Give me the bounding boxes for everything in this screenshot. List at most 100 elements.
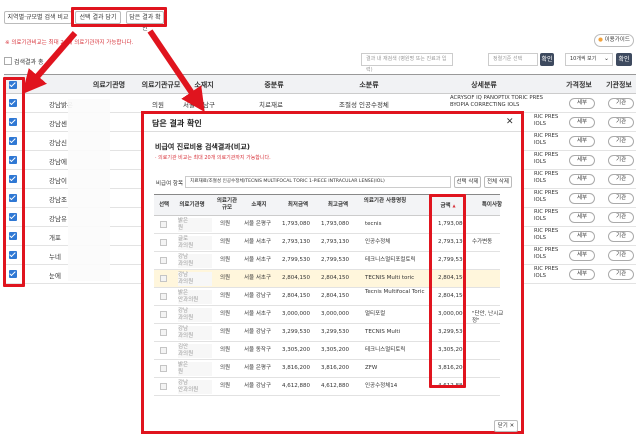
modal-row-name-part1: 김안 (178, 344, 189, 350)
modal-row-min: 3,305,200 (282, 347, 310, 353)
modal-row-name-part1: 밝은 (178, 362, 189, 368)
modal-row-note: 수가변동 (472, 239, 493, 245)
modal-row-name[interactable]: 김안 과의원 (178, 344, 212, 358)
highlight-price-column (429, 194, 466, 388)
modal-row-name-part1: 강남 (178, 254, 189, 260)
modal-row-max: 4,612,880 (321, 383, 349, 389)
modal-row-scale: 의원 (220, 221, 231, 227)
modal-row-checkbox[interactable] (160, 347, 167, 354)
mth-usename: 의료기관 사용명칭 (363, 198, 407, 204)
modal-row-checkbox[interactable] (160, 239, 167, 246)
modal-row-checkbox[interactable] (160, 257, 167, 264)
modal-row-location: 서울 은평구 (244, 365, 272, 371)
delete-selected-button[interactable]: 선택 삭제 (454, 176, 481, 188)
modal-row-max: 3,299,530 (321, 329, 349, 335)
modal-row-name-part2: 과의원 (178, 243, 194, 249)
modal-row-location: 서울 서초구 (244, 311, 272, 317)
mth-location: 소재지 (251, 202, 267, 208)
modal-row-scale: 의원 (220, 383, 231, 389)
modal-header: 담은 결과 확인 ✕ (144, 114, 521, 132)
modal-row-name-part1: 강남 (178, 380, 189, 386)
modal-row-max: 2,799,530 (321, 257, 349, 263)
modal-row-usename: 멀티포컬 (365, 311, 386, 317)
modal-row-location: 서울 강남구 (244, 293, 272, 299)
modal-row-usename: TECNIS Multi (365, 329, 401, 335)
modal-row-name-part2: 원 (178, 225, 184, 231)
modal-row-checkbox[interactable] (160, 311, 167, 318)
modal-row-name-part2: 과의원 (178, 261, 194, 267)
modal-row-name-part2: 안과의원 (178, 297, 199, 303)
modal-note: · 의료기관 비교는 최대 20개 의료기관까지 가능합니다. (155, 155, 271, 161)
modal-row-name[interactable]: 밝은 원 (178, 218, 212, 232)
modal-row-checkbox[interactable] (160, 275, 167, 282)
modal-row-note: "단안, 난시교정" (472, 311, 504, 324)
item-select[interactable]: 치료재료/조절성 인공수정체/TECNIS MULTIFOCAL TORIC 1… (185, 176, 451, 188)
close-icon[interactable]: ✕ (506, 117, 514, 127)
modal-row-usename: 인공수정체14 (365, 383, 398, 389)
mth-note: 특이사항 (481, 202, 503, 208)
modal-row-location: 서울 강남구 (244, 383, 272, 389)
modal-row-name-part1: 강남 (178, 272, 189, 278)
modal-row-usename: 테크니스멀티토릭 (365, 347, 406, 353)
modal-subtitle: 비급여 진료비용 검색결과(비교) (155, 143, 250, 151)
modal-row-name-part2: 안과의원 (178, 387, 199, 393)
modal-row-checkbox[interactable] (160, 329, 167, 336)
modal-row-min: 2,793,130 (282, 239, 310, 245)
mth-name: 의료기관명 (179, 202, 205, 208)
modal-close-button[interactable]: 닫기 ✕ (494, 420, 518, 432)
mth-select: 선택 (158, 202, 170, 208)
modal-row-checkbox[interactable] (160, 365, 167, 372)
basket-modal: 담은 결과 확인 ✕ 비급여 진료비용 검색결과(비교) · 의료기관 비교는 … (141, 111, 524, 434)
modal-row-name-part2: 원 (178, 369, 184, 375)
mth-min: 최저금액 (287, 202, 309, 208)
modal-row-location: 서울 서초구 (244, 275, 272, 281)
modal-row-name[interactable]: 밝은 안과의원 (178, 290, 212, 304)
modal-row-name-part1: 글로 (178, 236, 189, 242)
modal-row-checkbox[interactable] (160, 221, 167, 228)
modal-row-location: 서울 은평구 (244, 221, 272, 227)
modal-row-scale: 의원 (220, 257, 231, 263)
modal-row-location: 서울 서초구 (244, 257, 272, 263)
modal-row-min: 2,804,150 (282, 275, 310, 281)
modal-row-scale: 의원 (220, 365, 231, 371)
modal-row-scale: 의원 (220, 311, 231, 317)
modal-row-usename: TECNIS Multi toric (365, 275, 415, 281)
mth-scale: 의료기관 규모 (216, 198, 238, 211)
close-small-icon: ✕ (509, 423, 515, 429)
modal-row-name[interactable]: 강남 안과의원 (178, 380, 212, 394)
modal-row-name-part1: 밝은 (178, 218, 189, 224)
delete-all-button[interactable]: 전체 삭제 (484, 176, 512, 188)
modal-row-name-part2: 과의원 (178, 333, 194, 339)
modal-row-checkbox[interactable] (160, 383, 167, 390)
modal-row-name[interactable]: 글로 과의원 (178, 236, 212, 250)
modal-row-max: 3,816,200 (321, 365, 349, 371)
modal-row-checkbox[interactable] (160, 293, 167, 300)
modal-row-name-part1: 밝은 (178, 290, 189, 296)
modal-row-max: 1,793,080 (321, 221, 349, 227)
modal-row-min: 3,816,200 (282, 365, 310, 371)
modal-row-min: 4,612,880 (282, 383, 310, 389)
modal-row-usename: ZFW (365, 365, 378, 371)
modal-row-min: 1,793,080 (282, 221, 310, 227)
modal-row-scale: 의원 (220, 239, 231, 245)
modal-row-name-part2: 과의원 (178, 351, 194, 357)
modal-row-scale: 의원 (220, 293, 231, 299)
modal-row-min: 3,299,530 (282, 329, 310, 335)
modal-row-min: 3,000,000 (282, 311, 310, 317)
modal-row-max: 2,804,150 (321, 275, 349, 281)
modal-row-name-part2: 과의원 (178, 279, 194, 285)
modal-row-name[interactable]: 강남 과의원 (178, 272, 212, 286)
modal-row-name[interactable]: 강남 과의원 (178, 326, 212, 340)
modal-row-scale: 의원 (220, 275, 231, 281)
modal-row-location: 서울 강남구 (244, 329, 272, 335)
modal-row-usename: Tecnis Multifocal Toric (365, 289, 425, 295)
modal-row-name[interactable]: 강남 과의원 (178, 254, 212, 268)
modal-row-usename: 인공수정체 (365, 239, 391, 245)
modal-row-max: 3,000,000 (321, 311, 349, 317)
modal-row-name-part2: 과의원 (178, 315, 194, 321)
modal-row-location: 서울 서초구 (244, 239, 272, 245)
modal-row-name[interactable]: 강남 과의원 (178, 308, 212, 322)
modal-row-location: 서울 동작구 (244, 347, 272, 353)
modal-row-min: 2,804,150 (282, 293, 310, 299)
modal-row-name[interactable]: 밝은 원 (178, 362, 212, 376)
